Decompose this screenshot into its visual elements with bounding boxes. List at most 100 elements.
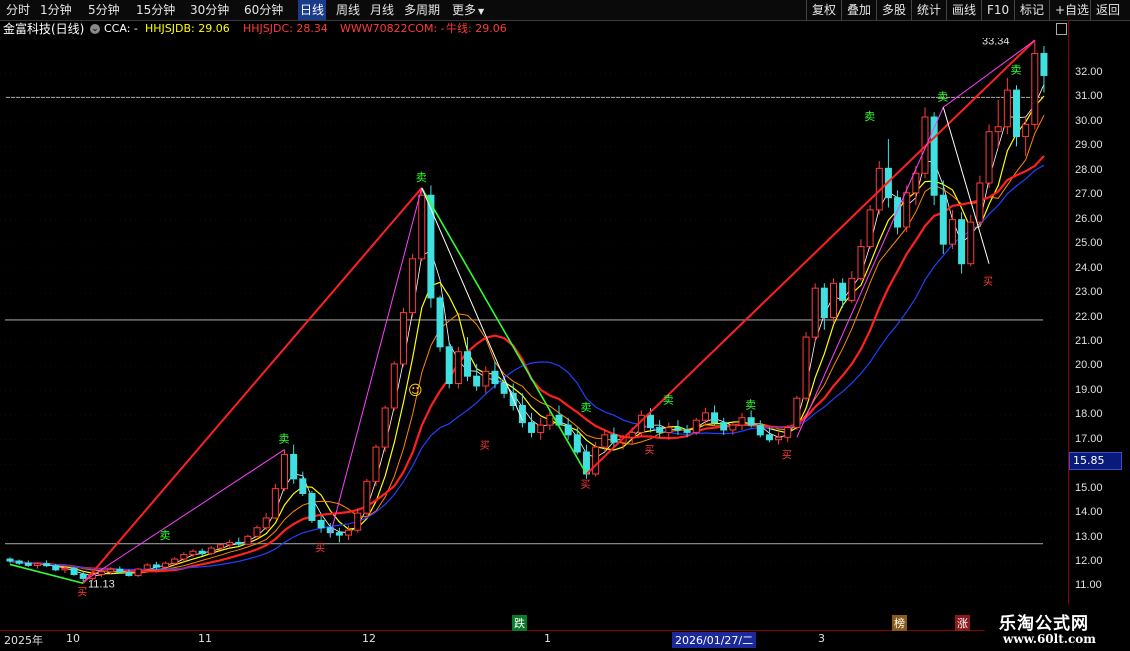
candle — [958, 212, 966, 274]
candle-body — [281, 453, 288, 490]
candle-body — [162, 562, 170, 568]
candle — [1022, 117, 1030, 157]
candle — [253, 525, 261, 538]
candle-body — [363, 480, 371, 514]
draw-line-button[interactable]: 画线 — [946, 0, 981, 20]
candle-body — [418, 194, 426, 260]
candle-body — [15, 560, 23, 564]
candle — [930, 112, 938, 206]
statistics-button[interactable]: 统计 — [911, 0, 946, 20]
candle-body — [528, 422, 536, 433]
overlay-button[interactable]: 叠加 — [841, 0, 876, 20]
period-tab-more[interactable]: 更多 ▼ — [452, 0, 484, 20]
candle-body — [1022, 123, 1030, 138]
candle — [235, 537, 243, 547]
event-fall-badge[interactable]: 跌 — [512, 615, 527, 631]
candle-body — [464, 351, 471, 377]
price-tick-label: 27.00 — [1075, 188, 1103, 201]
restore-rights-button[interactable]: 复权 — [806, 0, 841, 20]
candle — [473, 363, 481, 391]
window-toggle-icon[interactable] — [1056, 23, 1067, 35]
candle-body — [317, 519, 325, 529]
mark-button[interactable]: 标记 — [1014, 0, 1049, 20]
period-tab-1min[interactable]: 1分钟 — [40, 0, 72, 20]
candle-body — [994, 126, 1002, 133]
candle — [793, 395, 801, 430]
candle — [747, 410, 755, 428]
period-tab-5min[interactable]: 5分钟 — [88, 0, 120, 20]
candle-body — [409, 258, 417, 314]
candle — [281, 449, 288, 492]
candle-body — [701, 412, 709, 421]
period-tab-monthly[interactable]: 月线 — [370, 0, 394, 20]
candle-body — [1031, 52, 1039, 125]
multi-stock-button[interactable]: 多股 — [876, 0, 911, 20]
candle-body — [207, 547, 215, 555]
event-rank-badge[interactable]: 榜 — [892, 615, 907, 631]
buy-signal-mark: 买 — [782, 450, 792, 462]
candle — [262, 513, 270, 531]
date-label-mar: 3 — [818, 632, 825, 645]
add-watchlist-button[interactable]: +自选 — [1049, 0, 1094, 20]
candle — [884, 139, 892, 208]
stock-title: 金富科技(日线) — [3, 22, 85, 36]
event-rise-badge[interactable]: 涨 — [955, 615, 970, 631]
kline-chart[interactable]: 卖卖卖卖卖 卖卖卖卖买买买买买 买买33.3411.13☺ — [0, 38, 1068, 630]
date-label-nov: 11 — [198, 632, 212, 645]
date-label-dec: 12 — [362, 632, 376, 645]
candle — [903, 185, 911, 232]
candle — [948, 209, 956, 250]
watermark-title: 乐淘公式网 — [999, 614, 1089, 634]
candle — [390, 361, 398, 411]
candle — [399, 307, 407, 367]
candle-body — [747, 417, 755, 426]
candle — [1040, 46, 1048, 93]
candle — [244, 534, 252, 545]
date-label-selected[interactable]: 2026/01/27/二 — [672, 632, 757, 648]
buy-signal-mark: 买 — [580, 479, 590, 491]
sell-signal-mark: 卖 — [160, 529, 171, 542]
back-button[interactable]: 返回 — [1090, 0, 1125, 20]
price-tick-label: 26.00 — [1075, 212, 1103, 225]
candle-body — [171, 558, 179, 564]
candle — [976, 175, 984, 228]
sell-signal-mark: 卖 — [745, 398, 756, 411]
niu-line-value: 牛线: 29.06 — [446, 22, 507, 35]
candle-body — [1040, 52, 1048, 76]
candle-body — [610, 434, 618, 443]
high-price-label: 33.34 — [982, 38, 1010, 47]
candle-body — [491, 370, 499, 385]
candle-body — [125, 571, 133, 576]
period-tab-30min[interactable]: 30分钟 — [190, 0, 229, 20]
candle — [363, 478, 371, 516]
period-tab-daily[interactable]: 日线 — [298, 0, 327, 20]
settings-gear-icon[interactable]: ⌄ — [90, 24, 100, 34]
sell-signal-mark: 卖 — [279, 433, 290, 446]
period-tab-60min[interactable]: 60分钟 — [244, 0, 283, 20]
candle-body — [52, 565, 60, 571]
f10-button[interactable]: F10 — [981, 0, 1014, 20]
period-tab-weekly[interactable]: 周线 — [336, 0, 360, 20]
candle-body — [720, 422, 728, 431]
candle-body — [592, 446, 600, 475]
candle-body — [271, 488, 279, 519]
candle — [765, 427, 773, 443]
candle-body — [1013, 89, 1020, 138]
candle — [802, 332, 810, 401]
candle-body — [674, 427, 682, 431]
period-tab-15min[interactable]: 15分钟 — [136, 0, 175, 20]
candle-body — [445, 346, 453, 385]
period-tab-multi[interactable]: 多周期 — [404, 0, 440, 20]
candle-body — [33, 563, 41, 566]
candle — [857, 239, 865, 281]
top-toolbar: 分时 1分钟 5分钟 15分钟 30分钟 60分钟 日线 周线 月线 多周期 更… — [0, 0, 1130, 21]
candle-body — [848, 277, 856, 301]
period-tab-intraday[interactable]: 分时 — [6, 0, 30, 20]
candle — [1031, 40, 1039, 130]
indicator-info-bar: 金富科技(日线) ⌄ CCA: - HHJSJDB: 29.06 HHJSJDC… — [0, 20, 1067, 38]
candle-body — [70, 567, 78, 575]
trend-line-down-1 — [421, 187, 588, 475]
price-tick-label: 11.00 — [1075, 579, 1102, 592]
candle-body — [628, 431, 636, 438]
candle — [820, 283, 828, 330]
